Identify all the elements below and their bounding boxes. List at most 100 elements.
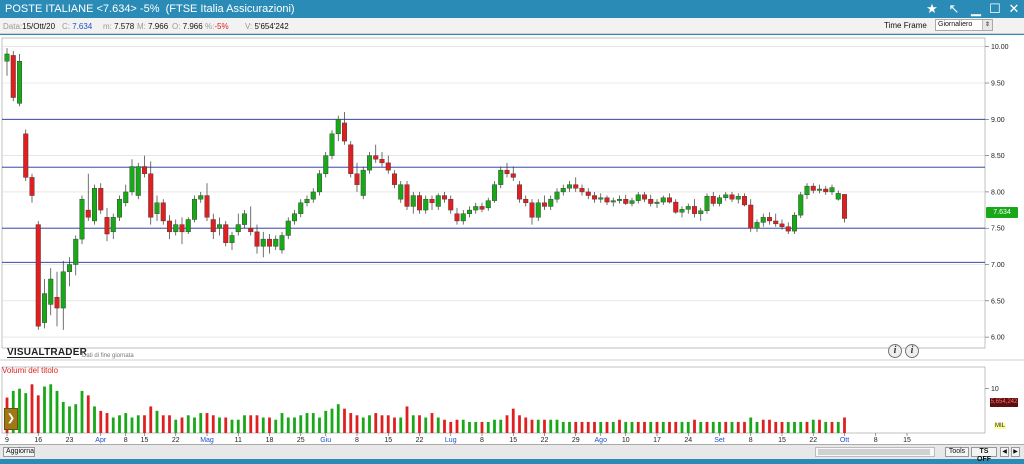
volume-bar [18, 388, 21, 433]
candle-body [829, 187, 835, 193]
day-label: 9 [5, 437, 9, 444]
y-tick-label: 9.00 [991, 117, 1005, 124]
candle-body [335, 119, 341, 135]
candle-body [129, 166, 135, 193]
candle-body [104, 217, 110, 235]
volume-bar [143, 415, 146, 433]
candle-body [54, 296, 60, 309]
volume-bar [149, 406, 153, 433]
candle-body [823, 188, 829, 193]
update-button[interactable]: Aggiorna [3, 447, 35, 457]
volume-bar [830, 421, 834, 433]
info-icon[interactable]: i [888, 344, 902, 358]
volume-bar [193, 417, 196, 433]
volume-bar [168, 415, 171, 433]
candle-body [835, 193, 841, 200]
candle-body [529, 202, 535, 218]
volume-bar [749, 417, 753, 433]
info-icon[interactable]: i [905, 344, 919, 358]
volume-bar [543, 419, 546, 433]
volume-unit-tag: MIL [994, 423, 1007, 429]
updown-arrow-icon[interactable]: ⇕ [982, 20, 992, 30]
volume-bar [761, 419, 765, 433]
candle-body [767, 217, 773, 222]
quote-info-bar: Data:15/Ott/20 C: 7.634 m: 7.578 M: 7.96… [0, 18, 1024, 34]
ts-off-button[interactable]: TS OFF [971, 447, 997, 463]
volume-bar [455, 419, 459, 433]
status-bar: Aggiorna Tools TS OFF ◀ ▶ [0, 444, 1024, 463]
candle-body [379, 159, 385, 164]
volume-bar [418, 415, 421, 433]
volume-bar [586, 421, 590, 433]
candle-body [473, 206, 479, 211]
volume-bar [818, 419, 821, 433]
candle-body [717, 197, 723, 204]
volume-bar [536, 419, 540, 433]
date-info: Data:15/Ott/20 [3, 22, 56, 31]
candle-body [241, 213, 247, 225]
volume-bar [311, 413, 315, 433]
candle-body [448, 198, 454, 211]
candle-body [460, 213, 466, 222]
volume-bar [86, 395, 90, 433]
volume-bar [361, 417, 365, 433]
volume-bar [674, 421, 678, 433]
volume-bar [836, 421, 840, 433]
y-tick-label: 6.50 [991, 298, 1005, 305]
candle-body [679, 209, 685, 213]
arrow-left-icon[interactable]: ◀ [1000, 447, 1009, 457]
candle-body [742, 196, 748, 206]
tools-button[interactable]: Tools [945, 447, 969, 457]
volume-bar [243, 415, 246, 433]
last-price-tag: 7.634 [986, 207, 1018, 218]
candle-body [629, 200, 635, 204]
collapse-arrow-icon[interactable]: ↖ [945, 1, 963, 17]
candle-body [304, 198, 310, 204]
volume-bar [374, 413, 378, 433]
candle-body [185, 219, 191, 233]
candle-body [610, 200, 616, 203]
day-label: 10 [622, 437, 630, 444]
minimize-icon[interactable]: ▁ [967, 1, 985, 17]
day-label: 15 [509, 437, 517, 444]
price-volume-chart[interactable]: 10.00 9.50 9.00 8.50 8.00 7.50 7.00 6.50 6.00 10 9… [0, 35, 1024, 444]
day-label: 8 [749, 437, 753, 444]
month-label: Ott [840, 437, 849, 444]
side-panel-toggle-icon[interactable]: ❯ [4, 408, 18, 430]
chart-area[interactable]: 10.00 9.50 9.00 8.50 8.00 7.50 7.00 6.50 6.00 10 9… [0, 35, 1024, 444]
candle-body [354, 173, 360, 185]
candle-body [91, 188, 97, 222]
day-label: 18 [266, 437, 274, 444]
volume-bar [174, 419, 178, 433]
candle-body [4, 53, 10, 62]
arrow-right-icon[interactable]: ▶ [1011, 447, 1020, 457]
y-tick-label: 9.50 [991, 81, 1005, 88]
close-icon[interactable]: ✕ [1005, 1, 1023, 17]
pct-info: %:-5% [205, 22, 229, 31]
volume-bar [205, 413, 209, 433]
volume-bar [186, 415, 190, 433]
volume-bar [461, 419, 465, 433]
candle-body [798, 194, 804, 216]
horizontal-scrollbar[interactable] [815, 447, 935, 457]
open-info: O: 7.966 [172, 22, 203, 31]
candle-body [842, 194, 848, 219]
candle-body [517, 184, 523, 200]
volume-bar [549, 419, 553, 433]
candle-body [654, 201, 660, 204]
scrollbar-thumb[interactable] [818, 449, 930, 455]
volume-bar [180, 417, 184, 433]
candle-body [323, 155, 329, 174]
timeframe-select[interactable]: Giornaliero ⇕ [935, 19, 993, 31]
volume-bar [330, 408, 334, 433]
maximize-icon[interactable]: ☐ [986, 1, 1004, 17]
volume-bar [380, 415, 384, 433]
month-label: Apr [95, 437, 107, 444]
star-icon[interactable]: ★ [923, 1, 941, 17]
volume-bar [268, 417, 271, 433]
month-label: Ago [595, 437, 608, 444]
candle-body [510, 173, 516, 178]
volume-bar [286, 417, 290, 433]
volume-bar [336, 404, 340, 433]
day-label: 15 [384, 437, 392, 444]
